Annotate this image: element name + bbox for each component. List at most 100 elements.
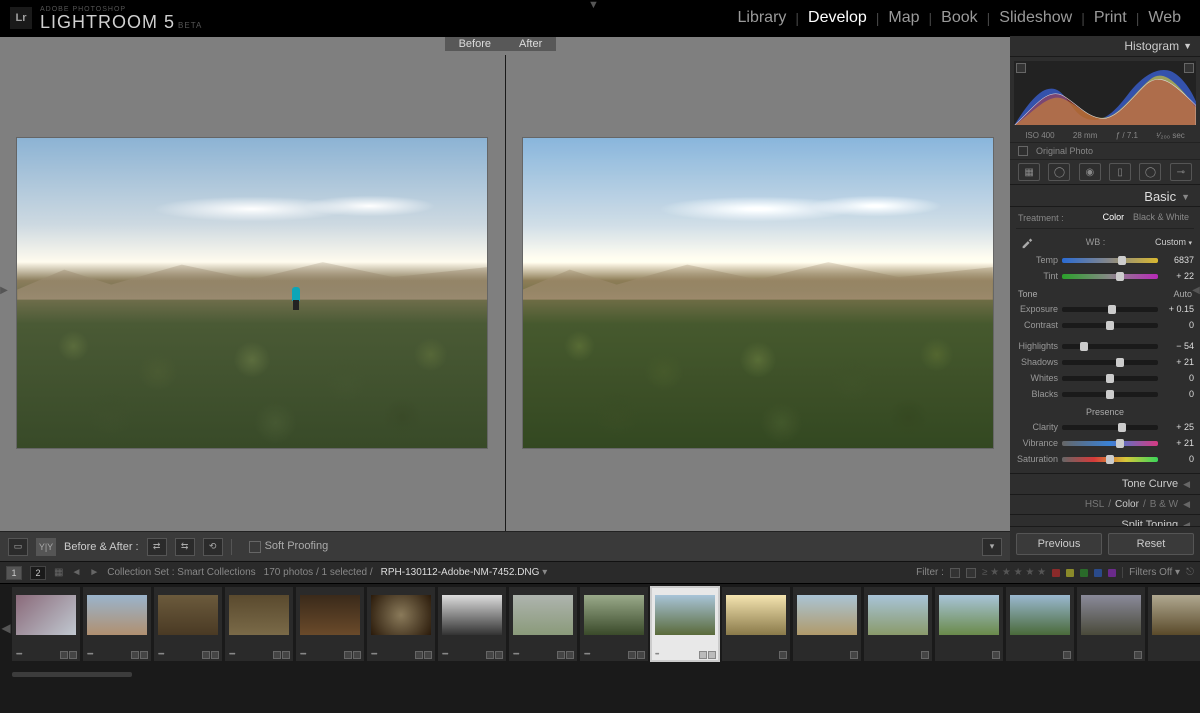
contrast-value[interactable]: 0: [1162, 320, 1194, 330]
treatment-color[interactable]: Color: [1100, 212, 1128, 222]
filter-preset-select[interactable]: Filters Off ▾: [1122, 567, 1180, 578]
whites-slider[interactable]: [1062, 376, 1158, 381]
wb-dropper-icon[interactable]: [1018, 235, 1036, 249]
nav-fwd-icon[interactable]: ►: [89, 567, 99, 578]
thumbnail[interactable]: •••••: [12, 587, 80, 661]
thumbnail[interactable]: [793, 587, 861, 661]
temp-slider[interactable]: [1062, 258, 1158, 263]
module-tab-book[interactable]: Book: [932, 9, 986, 27]
thumbnail[interactable]: •••••: [367, 587, 435, 661]
module-tab-slideshow[interactable]: Slideshow: [990, 9, 1081, 27]
vibrance-value[interactable]: + 21: [1162, 438, 1194, 448]
thumbnail[interactable]: •••••: [438, 587, 506, 661]
basic-panel-header[interactable]: Basic▼: [1010, 185, 1200, 207]
shadows-value[interactable]: + 21: [1162, 357, 1194, 367]
thumbnail[interactable]: [1006, 587, 1074, 661]
color-filter-purple[interactable]: [1108, 569, 1116, 577]
color-filter-blue[interactable]: [1094, 569, 1102, 577]
swap-before-after-button[interactable]: ⇄: [147, 538, 167, 556]
histogram-panel-header[interactable]: Histogram▼: [1010, 36, 1200, 57]
clarity-value[interactable]: + 25: [1162, 422, 1194, 432]
split-toning-panel-header[interactable]: Split Toning◀: [1010, 514, 1200, 526]
hsl-panel-header[interactable]: HSL/Color/B & W◀: [1010, 494, 1200, 514]
auto-tone-button[interactable]: Auto: [1173, 289, 1192, 299]
module-tab-print[interactable]: Print: [1085, 9, 1136, 27]
highlights-value[interactable]: − 54: [1162, 341, 1194, 351]
crop-tool[interactable]: ▦: [1018, 163, 1040, 181]
thumbnail[interactable]: [935, 587, 1003, 661]
radial-filter-tool[interactable]: ◯: [1139, 163, 1161, 181]
color-filter-green[interactable]: [1080, 569, 1088, 577]
before-after-view-button[interactable]: Y|Y: [36, 538, 56, 556]
saturation-slider[interactable]: [1062, 457, 1158, 462]
blacks-value[interactable]: 0: [1162, 389, 1194, 399]
highlights-slider[interactable]: [1062, 344, 1158, 349]
copy-settings-button[interactable]: ⟲: [203, 538, 223, 556]
exposure-slider[interactable]: [1062, 307, 1158, 312]
thumbnail[interactable]: •••••: [296, 587, 364, 661]
before-image[interactable]: [0, 55, 505, 531]
module-tab-web[interactable]: Web: [1139, 9, 1190, 27]
main-window-button[interactable]: 1: [6, 566, 22, 580]
thumbnail[interactable]: •••••: [509, 587, 577, 661]
wb-label: WB :: [1042, 237, 1149, 247]
tint-value[interactable]: + 22: [1162, 271, 1194, 281]
after-image[interactable]: [505, 55, 1011, 531]
reset-button[interactable]: Reset: [1108, 533, 1194, 555]
thumbnail[interactable]: [722, 587, 790, 661]
thumbnail[interactable]: [1077, 587, 1145, 661]
clarity-slider[interactable]: [1062, 425, 1158, 430]
contrast-slider[interactable]: [1062, 323, 1158, 328]
thumbnail[interactable]: [864, 587, 932, 661]
filmstrip-scroll-left[interactable]: ◀: [1, 621, 11, 635]
original-photo-checkbox[interactable]: Original Photo: [1010, 142, 1200, 160]
top-panel-handle-icon[interactable]: ▼: [588, 0, 612, 5]
color-filter-red[interactable]: [1052, 569, 1060, 577]
toolbar-options-button[interactable]: ▾: [982, 538, 1002, 556]
thumbnail[interactable]: •••••: [154, 587, 222, 661]
treatment-label: Treatment :: [1018, 213, 1064, 223]
grid-view-icon[interactable]: ▦: [54, 567, 63, 578]
exposure-value[interactable]: + 0.15: [1162, 304, 1194, 314]
filter-lock-icon[interactable]: ⎋: [1186, 567, 1194, 578]
treatment-bw[interactable]: Black & White: [1130, 212, 1192, 222]
module-tab-library[interactable]: Library: [729, 9, 796, 27]
thumbnail[interactable]: •••••: [83, 587, 151, 661]
tint-slider[interactable]: [1062, 274, 1158, 279]
flag-filter-pick[interactable]: [950, 568, 960, 578]
thumbnail[interactable]: •••••: [580, 587, 648, 661]
filmstrip-scrollbar[interactable]: [0, 671, 1200, 679]
redeye-tool[interactable]: ◉: [1079, 163, 1101, 181]
color-filter-yellow[interactable]: [1066, 569, 1074, 577]
soft-proofing-checkbox[interactable]: Soft Proofing: [249, 540, 329, 552]
app-header: Lr ADOBE PHOTOSHOP LIGHTROOM 5BETA Libra…: [0, 0, 1200, 36]
wb-preset-select[interactable]: Custom ▾: [1155, 237, 1192, 247]
blacks-slider[interactable]: [1062, 392, 1158, 397]
saturation-value[interactable]: 0: [1162, 454, 1194, 464]
nav-back-icon[interactable]: ◄: [71, 567, 81, 578]
filename-label[interactable]: RPH-130112-Adobe-NM-7452.DNG ▾: [381, 567, 548, 578]
thumbnail[interactable]: •••••: [225, 587, 293, 661]
tone-curve-panel-header[interactable]: Tone Curve◀: [1010, 473, 1200, 494]
shadows-slider[interactable]: [1062, 360, 1158, 365]
module-tabs: Library|Develop|Map|Book|Slideshow|Print…: [729, 9, 1191, 27]
clarity-label: Clarity: [1016, 422, 1058, 432]
previous-button[interactable]: Previous: [1016, 533, 1102, 555]
histogram[interactable]: [1014, 61, 1196, 125]
module-tab-map[interactable]: Map: [879, 9, 928, 27]
thumbnail[interactable]: •••: [651, 587, 719, 661]
module-tab-develop[interactable]: Develop: [799, 9, 876, 27]
right-panel-expander-icon[interactable]: ◀: [1192, 280, 1200, 300]
grad-filter-tool[interactable]: ▯: [1109, 163, 1131, 181]
brush-tool[interactable]: ⊸: [1170, 163, 1192, 181]
vibrance-slider[interactable]: [1062, 441, 1158, 446]
whites-value[interactable]: 0: [1162, 373, 1194, 383]
spot-tool[interactable]: ◯: [1048, 163, 1070, 181]
copy-before-after-button[interactable]: ⇆: [175, 538, 195, 556]
temp-value[interactable]: 6837: [1162, 255, 1194, 265]
flag-filter-reject[interactable]: [966, 568, 976, 578]
second-window-button[interactable]: 2: [30, 566, 46, 580]
thumbnail[interactable]: [1148, 587, 1200, 661]
blacks-label: Blacks: [1016, 389, 1058, 399]
loupe-view-button[interactable]: ▭: [8, 538, 28, 556]
